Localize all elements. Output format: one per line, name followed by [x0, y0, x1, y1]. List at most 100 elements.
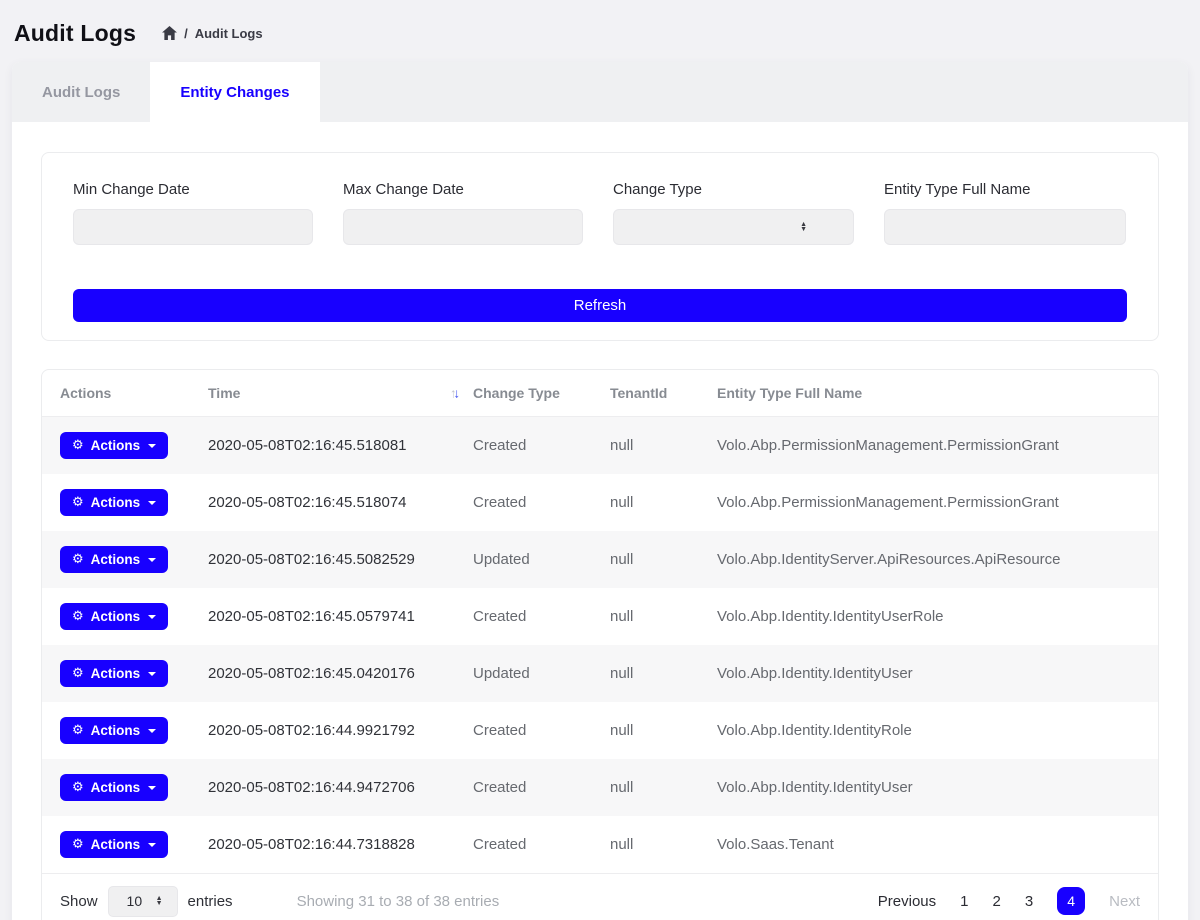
gear-icon: ⚙ — [72, 724, 84, 737]
table-row: ⚙Actions 2020-05-08T02:16:44.9472706Creat… — [42, 759, 1158, 816]
show-label: Show — [60, 893, 98, 910]
cell-time: 2020-05-08T02:16:45.0420176 — [208, 645, 473, 702]
row-actions-button[interactable]: ⚙Actions — [60, 546, 168, 573]
breadcrumb-current: Audit Logs — [195, 26, 263, 41]
cell-time: 2020-05-08T02:16:44.9921792 — [208, 702, 473, 759]
cell-entity-type-full-name: Volo.Saas.Tenant — [717, 816, 1158, 873]
table-row: ⚙Actions 2020-05-08T02:16:44.9921792Creat… — [42, 702, 1158, 759]
card-body: Min Change Date Max Change Date Change T… — [12, 122, 1188, 920]
row-actions-button[interactable]: ⚙Actions — [60, 660, 168, 687]
tab-audit-logs[interactable]: Audit Logs — [12, 62, 150, 122]
cell-tenant-id: null — [610, 702, 717, 759]
entity-changes-table: Actions Time ↑↓ Change Type TenantId Ent… — [42, 370, 1158, 873]
max-change-date-label: Max Change Date — [343, 181, 583, 198]
column-header-entity-type-full-name: Entity Type Full Name — [717, 370, 1158, 417]
table-row: ⚙Actions 2020-05-08T02:16:44.7318828Creat… — [42, 816, 1158, 873]
sort-icon[interactable]: ↑↓ — [450, 386, 457, 401]
pagination-page-4[interactable]: 4 — [1057, 887, 1085, 915]
field-max-change-date: Max Change Date — [343, 181, 583, 245]
entries-info: Showing 31 to 38 of 38 entries — [297, 893, 500, 910]
min-change-date-input[interactable] — [73, 209, 313, 245]
cell-tenant-id: null — [610, 531, 717, 588]
gear-icon: ⚙ — [72, 667, 84, 680]
max-change-date-input[interactable] — [343, 209, 583, 245]
column-header-change-type: Change Type — [473, 370, 610, 417]
table-row: ⚙Actions 2020-05-08T02:16:45.518074Create… — [42, 474, 1158, 531]
cell-tenant-id: null — [610, 816, 717, 873]
cell-time: 2020-05-08T02:16:44.7318828 — [208, 816, 473, 873]
row-actions-button[interactable]: ⚙Actions — [60, 603, 168, 630]
pagination-next[interactable]: Next — [1109, 893, 1140, 910]
cell-change-type: Created — [473, 759, 610, 816]
cell-time: 2020-05-08T02:16:44.9472706 — [208, 759, 473, 816]
gear-icon: ⚙ — [72, 496, 84, 509]
select-updown-icon: ▲▼ — [800, 222, 807, 232]
cell-time: 2020-05-08T02:16:45.518074 — [208, 474, 473, 531]
cell-actions: ⚙Actions — [42, 417, 208, 475]
field-min-change-date: Min Change Date — [73, 181, 313, 245]
row-actions-button[interactable]: ⚙Actions — [60, 831, 168, 858]
refresh-button[interactable]: Refresh — [73, 289, 1127, 322]
page-size-value: 10 — [127, 893, 143, 909]
table-row: ⚙Actions2020-05-08T02:16:45.5082529Updat… — [42, 531, 1158, 588]
cell-tenant-id: null — [610, 759, 717, 816]
cell-tenant-id: null — [610, 474, 717, 531]
table-row: ⚙Actions2020-05-08T02:16:45.518081Create… — [42, 417, 1158, 475]
breadcrumb: / Audit Logs — [162, 26, 263, 41]
cell-actions: ⚙Actions — [42, 531, 208, 588]
row-actions-button[interactable]: ⚙Actions — [60, 489, 168, 516]
gear-icon: ⚙ — [72, 838, 84, 851]
caret-down-icon — [148, 444, 156, 448]
cell-tenant-id: null — [610, 645, 717, 702]
filter-grid: Min Change Date Max Change Date Change T… — [73, 181, 1127, 245]
caret-down-icon — [148, 558, 156, 562]
caret-down-icon — [148, 615, 156, 619]
table-row: ⚙Actions 2020-05-08T02:16:45.0420176Updat… — [42, 645, 1158, 702]
cell-change-type: Created — [473, 588, 610, 645]
cell-tenant-id: null — [610, 588, 717, 645]
page-size-select[interactable]: 10 ▲▼ — [108, 886, 178, 917]
cell-change-type: Created — [473, 474, 610, 531]
cell-tenant-id: null — [610, 417, 717, 475]
cell-change-type: Updated — [473, 645, 610, 702]
table-footer: Show 10 ▲▼ entries Showing 31 to 38 of 3… — [42, 873, 1158, 920]
tab-entity-changes[interactable]: Entity Changes — [150, 62, 319, 122]
pagination-previous[interactable]: Previous — [878, 893, 936, 910]
cell-actions: ⚙Actions — [42, 588, 208, 645]
caret-down-icon — [148, 786, 156, 790]
caret-down-icon — [148, 501, 156, 505]
pagination-page-3[interactable]: 3 — [1025, 893, 1033, 910]
cell-change-type: Created — [473, 816, 610, 873]
row-actions-button[interactable]: ⚙Actions — [60, 774, 168, 801]
cell-time: 2020-05-08T02:16:45.0579741 — [208, 588, 473, 645]
change-type-label: Change Type — [613, 181, 854, 198]
pagination: Previous 1 2 3 4 Next — [878, 887, 1140, 915]
cell-change-type: Created — [473, 702, 610, 759]
pagination-page-1[interactable]: 1 — [960, 893, 968, 910]
pagination-page-2[interactable]: 2 — [992, 893, 1000, 910]
tab-bar: Audit Logs Entity Changes — [12, 62, 1188, 122]
table-row: ⚙Actions 2020-05-08T02:16:45.0579741Creat… — [42, 588, 1158, 645]
table-header-row: Actions Time ↑↓ Change Type TenantId Ent… — [42, 370, 1158, 417]
select-updown-icon: ▲▼ — [156, 896, 163, 906]
column-header-actions: Actions — [42, 370, 208, 417]
change-type-select[interactable]: ▲▼ — [613, 209, 854, 245]
gear-icon: ⚙ — [72, 553, 84, 566]
cell-actions: ⚙Actions — [42, 702, 208, 759]
home-icon[interactable] — [162, 26, 177, 40]
cell-time: 2020-05-08T02:16:45.518081 — [208, 417, 473, 475]
gear-icon: ⚙ — [72, 610, 84, 623]
row-actions-button[interactable]: ⚙Actions — [60, 432, 168, 459]
caret-down-icon — [148, 672, 156, 676]
field-change-type: Change Type ▲▼ — [613, 181, 854, 245]
row-actions-button[interactable]: ⚙Actions — [60, 717, 168, 744]
page-header: Audit Logs / Audit Logs — [0, 0, 1200, 62]
column-header-time[interactable]: Time ↑↓ — [208, 370, 473, 417]
gear-icon: ⚙ — [72, 439, 84, 452]
entity-changes-table-card: Actions Time ↑↓ Change Type TenantId Ent… — [41, 369, 1159, 920]
breadcrumb-separator: / — [184, 26, 188, 41]
column-header-tenant-id: TenantId — [610, 370, 717, 417]
cell-time: 2020-05-08T02:16:45.5082529 — [208, 531, 473, 588]
entity-type-full-name-input[interactable] — [884, 209, 1126, 245]
entries-label: entries — [188, 893, 233, 910]
